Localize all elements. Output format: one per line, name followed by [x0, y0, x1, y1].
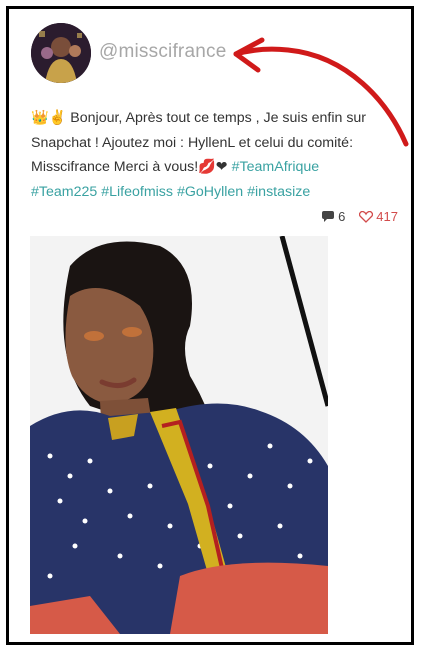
likes-stat[interactable]: 417	[359, 209, 398, 224]
kiss-heart-emoji: 💋❤	[198, 159, 228, 175]
hashtag-lifeofmiss[interactable]: #Lifeofmiss	[101, 184, 173, 200]
comments-stat[interactable]: 6	[321, 209, 345, 224]
crown-peace-emoji: 👑✌	[31, 110, 67, 126]
hashtag-team225[interactable]: #Team225	[31, 184, 97, 200]
hashtag-gohyllen[interactable]: #GoHyllen	[177, 184, 243, 200]
comment-icon	[322, 210, 335, 222]
likes-count: 417	[376, 209, 398, 224]
avatar[interactable]	[31, 23, 91, 83]
username[interactable]: @misscifrance	[99, 41, 226, 63]
heart-icon	[359, 210, 374, 223]
post-stats: 6 417	[321, 209, 398, 224]
post-photo[interactable]	[30, 236, 328, 634]
hashtag-teamafrique[interactable]: #TeamAfrique	[232, 159, 320, 175]
comments-count: 6	[338, 209, 346, 224]
hashtag-instasize[interactable]: #instasize	[247, 184, 310, 200]
post-caption: 👑✌ Bonjour, Après tout ce temps , Je sui…	[31, 106, 376, 204]
